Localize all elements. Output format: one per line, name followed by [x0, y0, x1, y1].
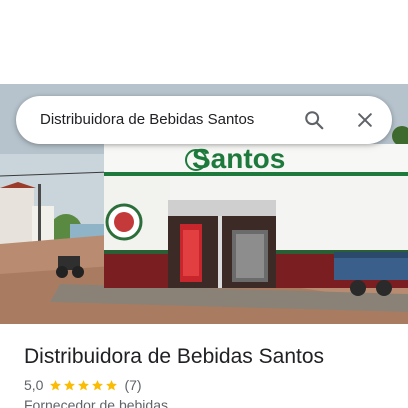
- search-input[interactable]: Distribuidora de Bebidas Santos: [40, 110, 300, 130]
- place-info-panel: Distribuidora de Bebidas Santos 5,0 (7) …: [0, 324, 408, 408]
- search-icon: [305, 111, 324, 130]
- star-icon: [64, 379, 76, 390]
- close-icon: [358, 113, 372, 127]
- place-title[interactable]: Distribuidora de Bebidas Santos: [24, 344, 324, 370]
- star-icon: [78, 379, 90, 390]
- star-icon: [106, 379, 118, 390]
- top-blank-area: [0, 0, 408, 84]
- rating-row[interactable]: 5,0 (7): [24, 376, 142, 394]
- star-rating: [49, 379, 119, 392]
- star-icon: [92, 379, 104, 390]
- star-icon: [50, 379, 62, 390]
- rating-value: 5,0: [24, 377, 44, 393]
- search-bar[interactable]: Distribuidora de Bebidas Santos: [16, 96, 392, 144]
- clear-search-button[interactable]: [349, 104, 381, 136]
- place-category: Fornecedor de bebidas: [24, 397, 168, 408]
- search-button[interactable]: [298, 104, 330, 136]
- review-count[interactable]: (7): [124, 377, 141, 393]
